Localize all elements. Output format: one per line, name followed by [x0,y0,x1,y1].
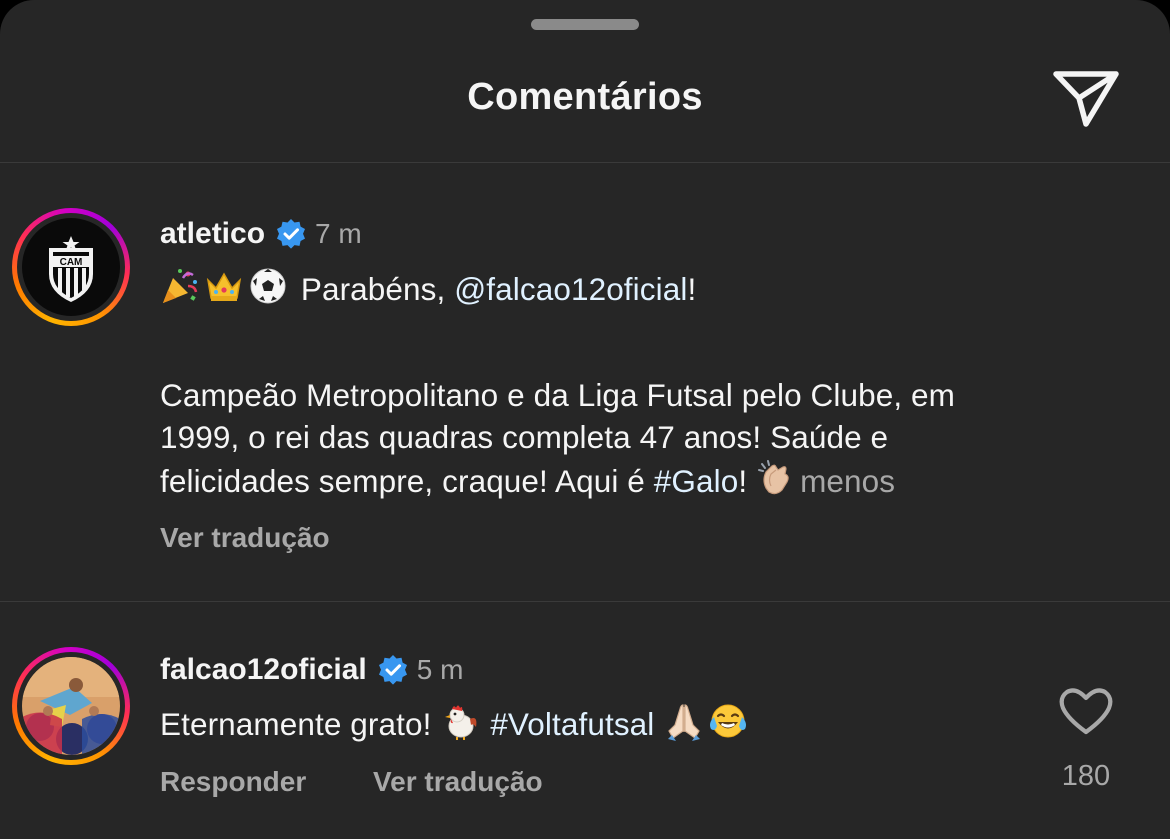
falcao-photo-icon [22,657,120,755]
atletico-crest-icon: CAM [22,218,120,316]
timestamp: 5 m [416,654,464,685]
less-toggle[interactable]: menos [800,463,895,499]
verified-badge-icon [377,654,409,686]
translate-link[interactable]: Ver tradução [373,766,543,798]
hashtag-link[interactable]: #Voltafutsal [490,706,654,742]
crest-text: CAM [60,257,83,268]
comment-divider [0,601,1170,602]
comment-body: Campeão Metropolitano e da Liga Futsal p… [160,374,955,502]
verified-badge-icon [275,218,307,250]
comment-text: Parabéns, [300,271,455,307]
story-ring-avatar-atletico[interactable]: CAM [12,208,130,326]
folded-hands-emoji [664,701,704,741]
sheet-grabber[interactable] [531,19,639,30]
comments-sheet: Comentários CAM atletico 7 m Parabéns, @… [0,0,1170,839]
page-title: Comentários [467,76,703,118]
comment-text-line: Eternamente grato! #Voltafutsal [160,701,752,745]
username[interactable]: atletico [160,217,265,251]
avatar: CAM [22,218,120,316]
header-divider [0,162,1170,163]
comment-header: atletico 7 m [160,214,362,254]
comment-text: Eternamente grato! [160,706,441,742]
username[interactable]: falcao12oficial [160,653,367,687]
soccer-ball-emoji [248,266,288,306]
rooster-emoji [440,701,480,741]
share-button[interactable] [1050,66,1122,130]
story-ring-avatar-falcao[interactable] [12,647,130,765]
comment-body-line: 1999, o rei das quadras completa 47 anos… [160,419,889,455]
reply-button[interactable]: Responder [160,766,306,798]
avatar [22,657,120,755]
comment-text-line: Parabéns, @falcao12oficial! [160,266,696,310]
paper-plane-icon [1050,66,1122,130]
heart-outline-icon [1058,686,1114,736]
comment-text-end: ! [687,271,697,307]
comment-body-text: ! [738,463,757,499]
timestamp: 7 m [315,218,362,249]
comment-body-text: felicidades sempre, craque! Aqui é [160,463,654,499]
hashtag-link[interactable]: #Galo [654,463,739,499]
like-count: 180 [1061,760,1111,792]
comment-body-line-last: felicidades sempre, craque! Aqui é #Galo… [160,458,955,502]
comment-body-line: Campeão Metropolitano e da Liga Futsal p… [160,377,956,413]
translate-link[interactable]: Ver tradução [160,522,330,554]
tears-of-joy-emoji [708,701,748,741]
comment-header: falcao12oficial 5 m [160,650,463,690]
crown-emoji [204,266,244,306]
party-popper-emoji [160,266,200,306]
mention-link[interactable]: @falcao12oficial [454,271,687,307]
clapping-hands-emoji [756,458,796,498]
like-button[interactable] [1058,686,1114,736]
